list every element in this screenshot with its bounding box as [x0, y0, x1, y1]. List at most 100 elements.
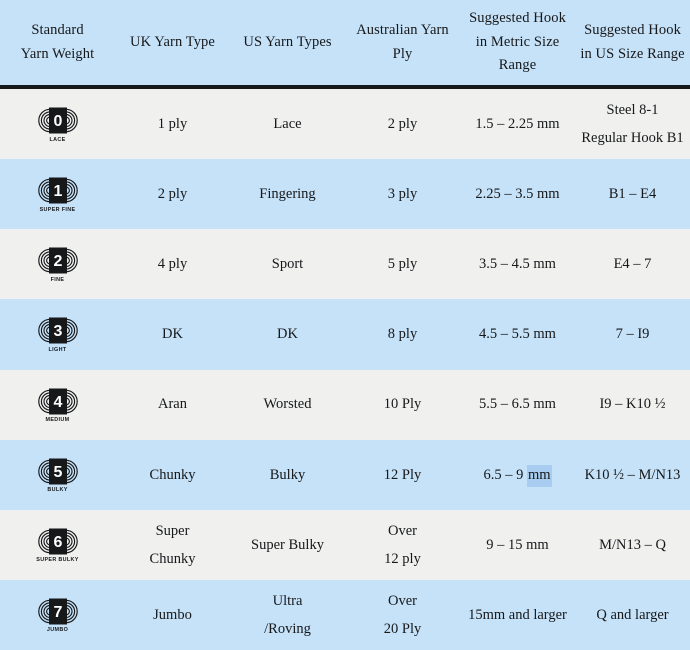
- cell-suggested-hook-metric: 2.25 – 3.5 mm: [460, 159, 575, 229]
- table-row: 4 MEDIUM Aran Worsted 10 Ply 5.5 – 6.5 mm I9 –…: [0, 369, 690, 440]
- svg-text:7: 7: [53, 604, 62, 621]
- cell-suggested-hook-metric: 15mm and larger: [460, 580, 575, 650]
- cell-standard-yarn-weight: 3 LIGHT: [0, 299, 115, 369]
- cell-uk-yarn-type: Aran: [115, 370, 230, 440]
- column-header-line: in Metric Size: [475, 33, 560, 50]
- yarn-skein-icon: 4: [37, 388, 78, 415]
- selected-text-highlight[interactable]: mm: [526, 464, 552, 487]
- yarn-weight-symbol-label: BULKY: [47, 487, 68, 494]
- metric-value-text: 6.5 – 9: [483, 466, 527, 483]
- cell-line: 7 – I9: [615, 326, 650, 343]
- table-row: 1 SUPER FINE 2 ply Fingering 3 ply 2.25 – 3.5…: [0, 159, 690, 230]
- cell-suggested-hook-metric: 9 – 15 mm: [460, 510, 575, 580]
- yarn-weight-symbol-2: 2 FINE: [36, 245, 80, 283]
- column-header-australian-yarn-ply: Australian Yarn Ply: [345, 0, 460, 85]
- column-header-uk-yarn-type: UK Yarn Type: [115, 0, 230, 85]
- cell-line: 2.25 – 3.5 mm: [475, 186, 560, 203]
- cell-australian-yarn-ply: Over 12 ply: [345, 510, 460, 580]
- cell-line: Over: [388, 522, 417, 539]
- table-row: 0 LACE 1 ply Lace 2 ply 1.5 – 2.25 mm Steel 8-…: [0, 89, 690, 160]
- yarn-weight-table: Standard Yarn Weight UK Yarn Type US Yarn T…: [0, 0, 690, 650]
- yarn-skein-icon: 1: [37, 177, 78, 204]
- cell-suggested-hook-us: K10 ½ – M/N13: [575, 440, 690, 510]
- cell-line: 10 Ply: [383, 396, 422, 413]
- cell-australian-yarn-ply: Over 20 Ply: [345, 580, 460, 650]
- cell-suggested-hook-metric: 6.5 – 9 mm: [460, 440, 575, 510]
- cell-line: 1.5 – 2.25 mm: [475, 115, 560, 132]
- cell-line: Over: [388, 592, 417, 609]
- cell-line: Chunky: [149, 550, 196, 567]
- cell-us-yarn-types: Ultra/Roving: [230, 580, 345, 650]
- cell-standard-yarn-weight: 7 JUMBO: [0, 580, 115, 650]
- cell-us-yarn-types: Fingering: [230, 159, 345, 229]
- cell-line: Regular Hook B1: [581, 130, 684, 147]
- yarn-weight-symbol-label: SUPER BULKY: [36, 557, 79, 564]
- yarn-skein-icon: 5: [37, 458, 78, 485]
- yarn-weight-symbol-label: FINE: [50, 276, 65, 283]
- yarn-skein-icon: 7: [37, 598, 78, 625]
- cell-line: K10 ½ – M/N13: [584, 466, 681, 483]
- cell-uk-yarn-type: Chunky: [115, 440, 230, 510]
- cell-line: Super: [155, 522, 190, 539]
- cell-line: Fingering: [259, 186, 316, 203]
- svg-text:6: 6: [53, 534, 62, 551]
- yarn-weight-symbol-0: 0 LACE: [36, 105, 80, 143]
- yarn-weight-symbol-1: 1 SUPER FINE: [36, 175, 80, 213]
- cell-suggested-hook-us: 7 – I9: [575, 299, 690, 369]
- table-body: 0 LACE 1 ply Lace 2 ply 1.5 – 2.25 mm Steel 8-…: [0, 89, 690, 650]
- cell-line: DK: [162, 326, 183, 343]
- svg-text:1: 1: [53, 183, 62, 200]
- yarn-skein-icon: 6: [37, 528, 78, 555]
- cell-uk-yarn-type: 2 ply: [115, 159, 230, 229]
- column-header-line: Range: [498, 57, 537, 74]
- cell-standard-yarn-weight: 4 MEDIUM: [0, 370, 115, 440]
- cell-line: B1 – E4: [608, 186, 657, 203]
- cell-line: 15mm and larger: [468, 606, 567, 623]
- cell-line: 3.5 – 4.5 mm: [479, 256, 556, 273]
- svg-text:3: 3: [53, 323, 62, 340]
- column-header-suggested-hook-us: Suggested Hook in US Size Range: [575, 0, 690, 85]
- cell-line: /Roving: [264, 620, 311, 637]
- cell-line: Jumbo: [153, 606, 192, 623]
- cell-standard-yarn-weight: 1 SUPER FINE: [0, 159, 115, 229]
- yarn-weight-symbol-3: 3 LIGHT: [36, 315, 80, 353]
- column-header-line: Suggested Hook: [584, 22, 681, 39]
- cell-suggested-hook-us: E4 – 7: [575, 229, 690, 299]
- cell-line: Bulky: [269, 466, 306, 483]
- cell-line: Sport: [271, 256, 304, 273]
- cell-line: DK: [277, 326, 298, 343]
- cell-line: Worsted: [263, 396, 312, 413]
- column-header-line: Yarn Weight: [20, 45, 95, 62]
- cell-standard-yarn-weight: 0 LACE: [0, 89, 115, 159]
- cell-uk-yarn-type: 4 ply: [115, 229, 230, 299]
- cell-line: M/N13 – Q: [599, 536, 666, 553]
- table-header-row: Standard Yarn Weight UK Yarn Type US Yarn T…: [0, 0, 690, 89]
- yarn-weight-symbol-label: LACE: [49, 136, 66, 143]
- column-header-line: Suggested Hook: [469, 10, 566, 27]
- table-row: 5 BULKY Chunky Bulky 12 Ply 6.5 – 9 mm K10 ½ –…: [0, 439, 690, 510]
- cell-suggested-hook-metric: 5.5 – 6.5 mm: [460, 370, 575, 440]
- cell-standard-yarn-weight: 6 SUPER BULKY: [0, 510, 115, 580]
- cell-suggested-hook-metric: 3.5 – 4.5 mm: [460, 229, 575, 299]
- cell-line: 9 – 15 mm: [486, 536, 549, 553]
- table-row: 6 SUPER BULKY Super Chunky Super Bulky Over 12…: [0, 509, 690, 580]
- cell-uk-yarn-type: DK: [115, 299, 230, 369]
- cell-line: 4.5 – 5.5 mm: [479, 326, 556, 343]
- cell-line: Lace: [273, 115, 302, 132]
- yarn-weight-symbol-label: LIGHT: [48, 346, 67, 353]
- column-header-line: US Yarn Types: [243, 33, 332, 50]
- cell-line: I9 – K10 ½: [599, 396, 666, 413]
- yarn-skein-icon: 2: [37, 247, 78, 274]
- table-row: 3 LIGHT DK DK 8 ply 4.5 – 5.5 mm 7 – I9: [0, 299, 690, 370]
- cell-line: 8 ply: [387, 326, 418, 343]
- cell-suggested-hook-us: I9 – K10 ½: [575, 370, 690, 440]
- svg-text:0: 0: [53, 113, 62, 130]
- table-row: 7 JUMBO Jumbo Ultra/Roving Over 20 Ply 15mm an…: [0, 579, 690, 650]
- cell-standard-yarn-weight: 5 BULKY: [0, 440, 115, 510]
- cell-australian-yarn-ply: 2 ply: [345, 89, 460, 159]
- column-header-line: Standard: [31, 22, 84, 39]
- cell-us-yarn-types: Bulky: [230, 440, 345, 510]
- yarn-skein-icon: 3: [37, 317, 78, 344]
- column-header-suggested-hook-metric: Suggested Hook in Metric Size Range: [460, 0, 575, 85]
- cell-us-yarn-types: Sport: [230, 229, 345, 299]
